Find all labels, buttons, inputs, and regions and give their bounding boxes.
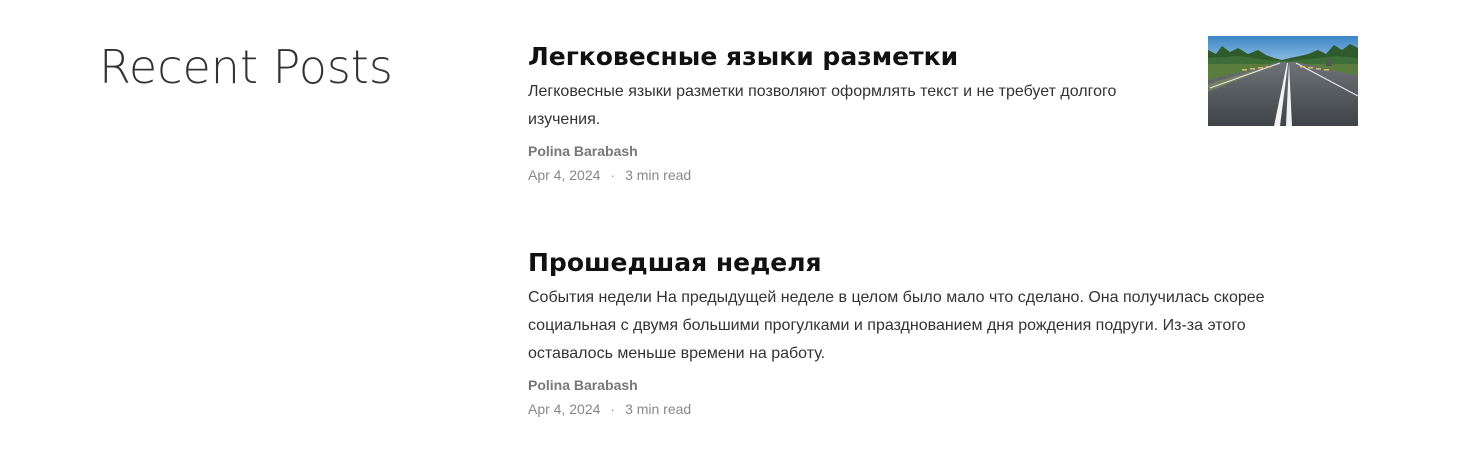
post-meta: Apr 4, 2024 · 3 min read	[528, 400, 1358, 418]
post-card: Легковесные языки разметки Легковесные я…	[528, 36, 1358, 246]
post-thumbnail[interactable]	[1208, 36, 1358, 126]
post-meta: Apr 4, 2024 · 3 min read	[528, 166, 1358, 184]
post-list: Легковесные языки разметки Легковесные я…	[528, 36, 1358, 418]
post-read-time: 3 min read	[625, 167, 692, 183]
post-excerpt: События недели На предыдущей неделе в це…	[528, 289, 1265, 362]
post-title-link[interactable]: Прошедшая неделя	[528, 246, 1358, 280]
post-author[interactable]: Polina Barabash	[528, 376, 1358, 394]
post-date: Apr 4, 2024	[528, 167, 601, 183]
section-title: Recent Posts	[99, 40, 393, 94]
post-card: Прошедшая неделя События недели На преды…	[528, 246, 1358, 418]
post-excerpt: Легковесные языки разметки позволяют офо…	[528, 83, 1117, 128]
road-photo	[1208, 36, 1358, 126]
post-read-time: 3 min read	[625, 401, 692, 417]
post-author[interactable]: Polina Barabash	[528, 142, 1358, 160]
post-date: Apr 4, 2024	[528, 401, 601, 417]
meta-separator: ·	[610, 401, 616, 417]
meta-separator: ·	[610, 167, 616, 183]
